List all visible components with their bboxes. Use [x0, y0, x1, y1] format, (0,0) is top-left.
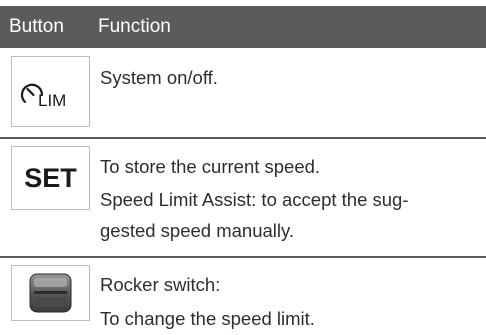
set-icon-text: SET — [24, 163, 77, 193]
row-2-line-3: gested speed manually. — [100, 220, 295, 241]
rocker-switch-icon — [29, 273, 72, 313]
row-2-line-2: Speed Limit Assist: to accept the sug- — [100, 189, 409, 210]
lim-icon-text: LIM — [38, 91, 66, 110]
header-button-column: Button — [9, 16, 64, 37]
row-3-line-2: To change the speed limit. — [100, 308, 315, 329]
table-header: Button Function — [0, 6, 486, 48]
set-button-image: SET — [11, 146, 90, 210]
speed-limiter-lim-icon: LIM — [20, 83, 66, 110]
button-function-table: Button Function LIM System on/off. SET T… — [0, 0, 486, 335]
row-2-line-1: To store the current speed. — [100, 156, 321, 177]
row-divider — [0, 256, 486, 258]
row-2-function: To store the current speed. Speed Limit … — [100, 151, 409, 246]
header-function-column: Function — [98, 16, 171, 37]
lim-button-image: LIM — [11, 56, 90, 127]
row-1-line-1: System on/off. — [100, 67, 218, 88]
rocker-switch-image — [11, 265, 90, 321]
row-divider — [0, 137, 486, 139]
row-1-function: System on/off. — [100, 62, 218, 93]
row-3-line-1: Rocker switch: — [100, 274, 221, 295]
row-3-function: Rocker switch: To change the speed limit… — [100, 269, 315, 334]
